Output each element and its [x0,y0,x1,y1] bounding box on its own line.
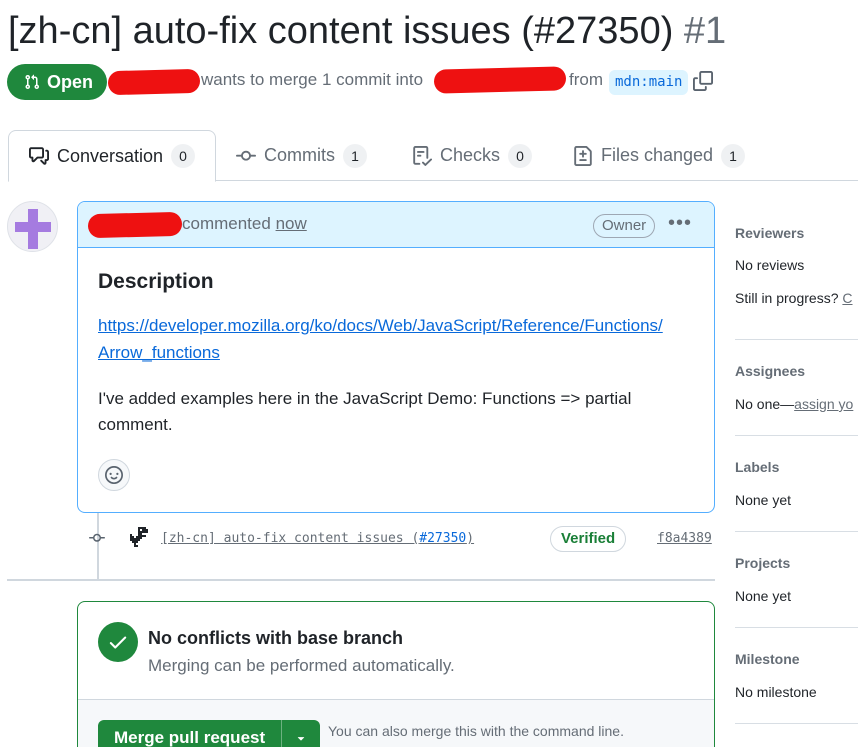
meta-wants-text: wants to merge 1 commit into [201,70,424,89]
mdn-link-line2[interactable]: Arrow_functions [98,343,220,362]
assignees-value: No one—assign yo [735,396,853,412]
tab-conversation-label: Conversation [57,145,164,166]
tab-files-changed-label: Files changed [601,145,714,165]
labels-value: None yet [735,492,792,508]
git-commit-icon [89,533,105,542]
comment-timestamp[interactable]: now [276,214,307,233]
pr-number: #1 [683,10,727,52]
dinosaur-avatar-icon[interactable] [130,526,148,548]
commit-sha[interactable]: f8a4389 [657,531,712,546]
avatar-pattern-vertical [28,209,38,249]
comment-discussion-icon [29,147,49,165]
sidebar-milestone: Milestone No milestone [735,628,858,724]
milestone-title[interactable]: Milestone [735,651,800,667]
file-diff-icon [574,145,592,166]
tab-conversation-count: 0 [171,144,196,168]
labels-title[interactable]: Labels [735,459,779,475]
comment-text: I've added examples here in the JavaScri… [98,389,632,434]
merge-pull-request-button[interactable]: Merge pull request [98,728,281,747]
comment-meta: commented now [182,214,307,234]
comment-heading: Description [98,270,214,293]
redacted-commenter [87,211,183,239]
redacted-base-branch [433,66,567,94]
commit-message-prefix: [zh-cn] auto-fix content issues ( [161,531,420,546]
checklist-icon [413,145,432,166]
tab-checks[interactable]: Checks 0 [412,130,533,181]
assign-yourself-link[interactable]: assign yo [794,396,853,412]
reviewers-progress-text: Still in progress? [735,290,839,306]
reviewers-progress: Still in progress? C [735,290,853,306]
merge-method-dropdown[interactable] [281,720,320,747]
state-label: Open [47,71,94,92]
projects-title[interactable]: Projects [735,555,790,571]
sidebar-projects: Projects None yet [735,532,858,628]
comment-body: Description https://developer.mozilla.or… [78,248,714,438]
triangle-down-icon [297,737,305,741]
git-commit-icon [236,150,256,161]
merge-footer: Merge pull request You can also merge th… [78,699,714,747]
git-pull-request-icon [25,74,40,90]
pr-title-text: [zh-cn] auto-fix content issues (#27350) [8,10,674,52]
timeline-divider [7,579,715,581]
smiley-icon [105,466,123,484]
commit-message[interactable]: [zh-cn] auto-fix content issues (#27350) [161,531,474,546]
mdn-link[interactable]: https://developer.mozilla.org/ko/docs/We… [98,312,694,366]
merge-box: No conflicts with base branch Merging ca… [77,601,715,747]
tab-checks-count: 0 [508,143,533,168]
mdn-link-line1[interactable]: https://developer.mozilla.org/ko/docs/We… [98,316,663,335]
tab-commits-count: 1 [343,143,367,168]
reviewers-progress-link[interactable]: C [842,290,852,306]
assignees-title[interactable]: Assignees [735,363,805,379]
tab-conversation[interactable]: Conversation 0 [8,130,217,182]
pr-description-comment: commented now Owner ••• Description http… [77,201,715,513]
pr-tabs: Conversation 0 Commits 1 Checks 0 Files … [8,130,858,182]
tab-files-changed-count: 1 [721,143,746,168]
add-reaction-button[interactable] [98,459,130,491]
kebab-horizontal-icon[interactable]: ••• [668,212,692,235]
commit-message-suffix: ) [466,531,475,546]
assignees-none-text: No one— [735,396,795,412]
avatar[interactable] [7,201,58,252]
sidebar-assignees: Assignees No one—assign yo [735,340,858,436]
commit-pr-link[interactable]: #27350 [419,531,466,546]
tab-checks-label: Checks [440,145,501,165]
sidebar-reviewers: Reviewers No reviews Still in progress? … [735,200,858,340]
state-badge: Open [7,64,107,100]
check-circle-icon [98,622,138,662]
owner-badge: Owner [593,214,656,238]
reviewers-value: No reviews [735,257,805,273]
check-icon [109,636,127,649]
meta-from-text: from [569,70,603,89]
pr-title: [zh-cn] auto-fix content issues (#27350)… [8,8,726,54]
sidebar-labels: Labels None yet [735,436,858,532]
comment-header: commented now Owner ••• [78,202,714,248]
timeline-commit: [zh-cn] auto-fix content issues (#27350)… [86,524,716,554]
copy-icon[interactable] [693,71,713,91]
tab-files-changed[interactable]: Files changed 1 [573,130,746,181]
projects-value: None yet [735,588,792,604]
tab-commits-label: Commits [264,145,335,165]
comment-action: commented [182,214,271,233]
merge-status-heading: No conflicts with base branch [148,628,404,648]
reviewers-title[interactable]: Reviewers [735,225,804,241]
head-branch-label[interactable]: mdn:main [609,70,689,95]
command-line-hint: You can also merge this with the command… [328,723,624,739]
merge-status-subtext: Merging can be performed automatically. [148,656,455,675]
verified-badge[interactable]: Verified [550,526,627,552]
tab-commits[interactable]: Commits 1 [236,130,367,181]
milestone-value: No milestone [735,684,817,700]
redacted-author [107,68,201,96]
merge-button-group: Merge pull request [98,720,321,747]
